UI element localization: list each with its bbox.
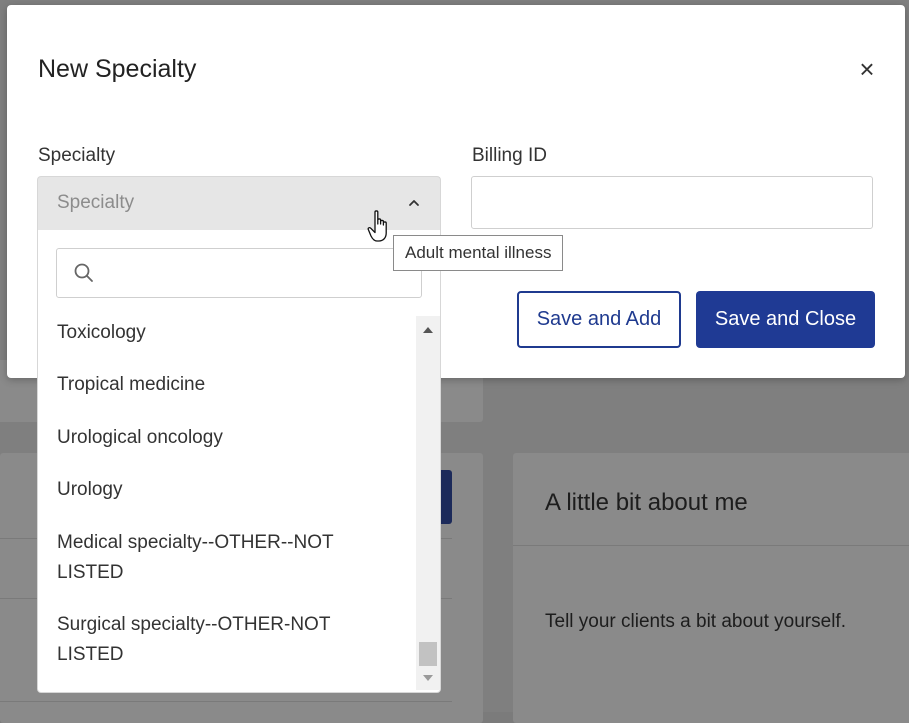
divider [0, 701, 452, 702]
scroll-thumb[interactable] [419, 642, 437, 666]
hand-pointer-cursor-icon [367, 210, 387, 242]
save-and-add-button[interactable]: Save and Add [517, 291, 681, 348]
option-item[interactable]: Urology [57, 475, 397, 505]
option-item[interactable]: Tropical medicine [57, 370, 397, 400]
save-and-close-button[interactable]: Save and Close [696, 291, 875, 348]
chevron-up-icon [409, 200, 419, 206]
option-item[interactable]: Toxicology [57, 318, 397, 348]
specialty-label: Specialty [38, 145, 116, 166]
option-item[interactable]: Urological oncology [57, 423, 397, 453]
scroll-up-arrow-icon[interactable] [422, 326, 434, 334]
dropdown-scrollbar[interactable] [416, 316, 440, 690]
divider [513, 545, 909, 546]
specialty-select-placeholder: Specialty [57, 192, 135, 213]
search-icon [74, 263, 93, 282]
option-item[interactable]: Surgical specialty--OTHER-NOT LISTED [57, 610, 397, 670]
about-me-title: A little bit about me [545, 489, 748, 516]
dropdown-search-input[interactable] [103, 250, 417, 298]
specialty-dropdown: Toxicology Tropical medicine Urological … [37, 230, 441, 693]
dropdown-search[interactable] [56, 248, 422, 298]
tooltip: Adult mental illness [393, 235, 564, 271]
billing-id-input[interactable] [471, 176, 873, 229]
scroll-down-arrow-icon[interactable] [422, 674, 434, 682]
billing-id-label: Billing ID [472, 145, 547, 166]
option-item[interactable]: Medical specialty--OTHER--NOT LISTED [57, 528, 397, 588]
modal-title: New Specialty [38, 55, 197, 83]
close-icon[interactable]: × [855, 56, 879, 82]
about-me-text: Tell your clients a bit about yourself. [545, 611, 846, 632]
